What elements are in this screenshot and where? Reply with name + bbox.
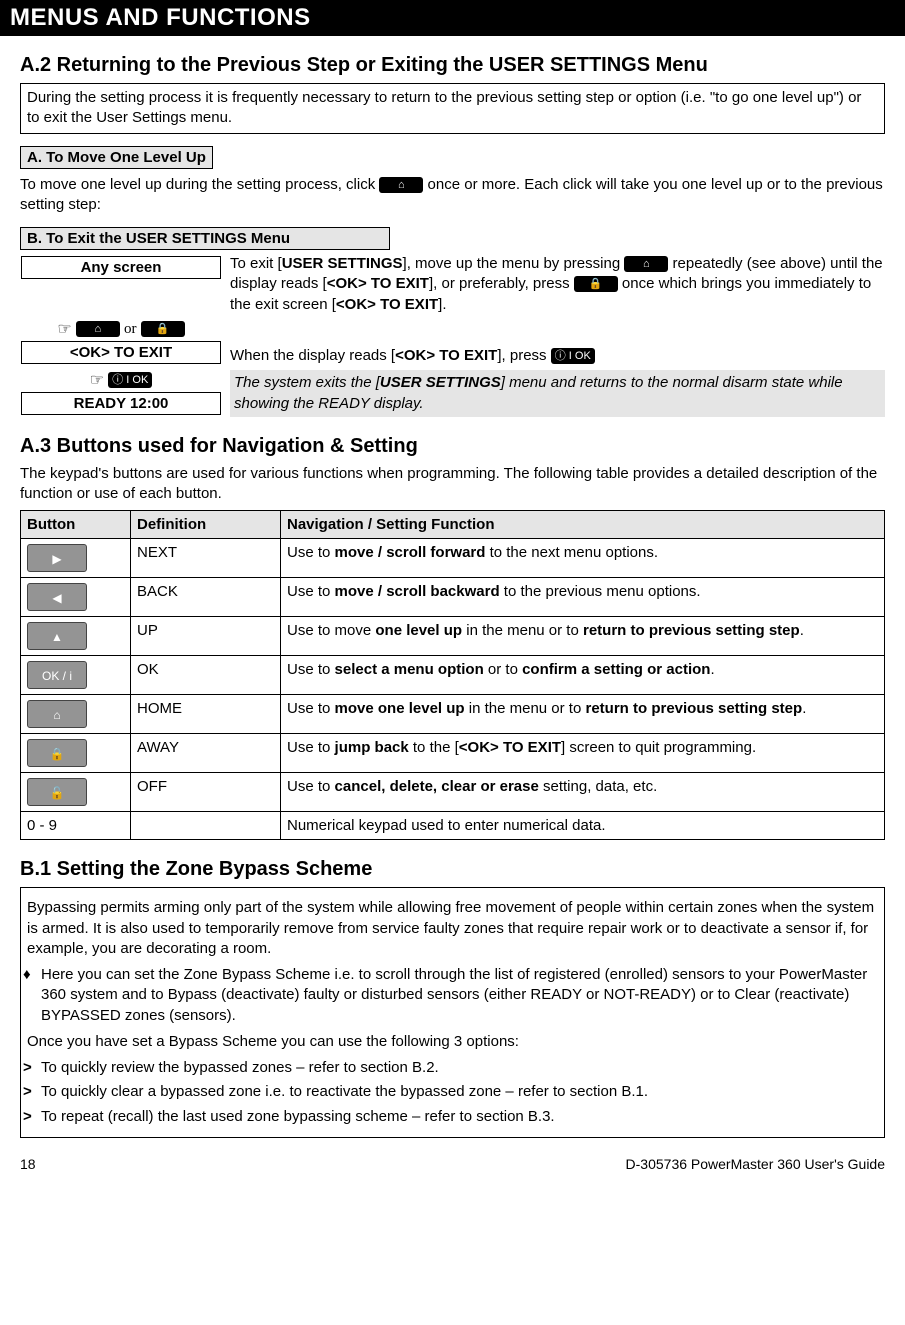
home-key-icon: ⌂ bbox=[624, 256, 668, 272]
t4: ], or preferably, press bbox=[429, 275, 574, 292]
or-text: or bbox=[124, 321, 137, 337]
definition-cell: OFF bbox=[131, 773, 281, 812]
a2-intro-box: During the setting process it is frequen… bbox=[20, 83, 885, 134]
table-row: 🔓 OFFUse to cancel, delete, clear or eras… bbox=[21, 773, 885, 812]
w2: ], press bbox=[497, 347, 550, 364]
table-row: ▲ UPUse to move one level up in the menu … bbox=[21, 617, 885, 656]
t: To exit [ bbox=[230, 255, 282, 272]
doc-id: D-305736 PowerMaster 360 User's Guide bbox=[626, 1156, 885, 1172]
button-cell: 🔓 bbox=[21, 773, 131, 812]
a2-sub-b: B. To Exit the USER SETTINGS Menu bbox=[20, 227, 390, 250]
b1-chevron-list: To quickly review the bypassed zones – r… bbox=[27, 1058, 878, 1127]
function-cell: Use to jump back to the [<OK> TO EXIT] s… bbox=[281, 734, 885, 773]
definition-cell: NEXT bbox=[131, 539, 281, 578]
definition-cell: OK bbox=[131, 656, 281, 695]
section-a3-heading: A.3 Buttons used for Navigation & Settin… bbox=[20, 435, 885, 458]
col-function: Navigation / Setting Function bbox=[281, 511, 885, 539]
table-row: ▶ NEXTUse to move / scroll forward to the… bbox=[21, 539, 885, 578]
screen-ok-exit: <OK> TO EXIT bbox=[21, 341, 221, 364]
function-cell: Use to move / scroll backward to the pre… bbox=[281, 578, 885, 617]
keypad-button-icon: OK / i bbox=[27, 661, 87, 689]
r-b: USER SETTINGS bbox=[380, 374, 501, 391]
ok-key-icon: ⓘ I OK bbox=[551, 348, 595, 364]
keypad-button-icon: ⌂ bbox=[27, 700, 87, 728]
b1-box: Bypassing permits arming only part of th… bbox=[20, 887, 885, 1138]
button-cell: ▲ bbox=[21, 617, 131, 656]
keypad-button-icon: 🔒 bbox=[27, 739, 87, 767]
away-key-icon: 🔒 bbox=[141, 321, 185, 337]
page-header-title: MENUS AND FUNCTIONS bbox=[10, 4, 311, 31]
button-cell: ⌂ bbox=[21, 695, 131, 734]
section-b1-heading: B.1 Setting the Zone Bypass Scheme bbox=[20, 858, 885, 881]
a2-flow-row3: ☞ ⓘ I OK READY 12:00 The system exits th… bbox=[20, 370, 885, 417]
w1: When the display reads [ bbox=[230, 347, 395, 364]
keypad-button-icon: ◀ bbox=[27, 583, 87, 611]
function-cell: Use to move / scroll forward to the next… bbox=[281, 539, 885, 578]
t2: ], move up the menu by pressing bbox=[403, 255, 625, 272]
buttons-table: Button Definition Navigation / Setting F… bbox=[20, 510, 885, 840]
keypad-button-icon: ▲ bbox=[27, 622, 87, 650]
screen-any: Any screen bbox=[21, 256, 221, 279]
button-cell: 🔒 bbox=[21, 734, 131, 773]
section-a2-heading: A.2 Returning to the Previous Step or Ex… bbox=[20, 54, 885, 77]
table-row: ◀ BACKUse to move / scroll backward to th… bbox=[21, 578, 885, 617]
definition-cell bbox=[131, 812, 281, 840]
function-cell: Use to move one level up in the menu or … bbox=[281, 617, 885, 656]
b1-diamond-list: Here you can set the Zone Bypass Scheme … bbox=[27, 965, 878, 1026]
col-definition: Definition bbox=[131, 511, 281, 539]
page-number: 18 bbox=[20, 1156, 36, 1172]
b1-p1: Bypassing permits arming only part of th… bbox=[27, 898, 878, 959]
keypad-button-icon: ▶ bbox=[27, 544, 87, 572]
definition-cell: AWAY bbox=[131, 734, 281, 773]
b1-p2: Once you have set a Bypass Scheme you ca… bbox=[27, 1032, 878, 1052]
hand-icon: ☞ bbox=[57, 321, 71, 338]
b1-c2: To quickly clear a bypassed zone i.e. to… bbox=[41, 1082, 878, 1102]
keypad-button-icon: 🔓 bbox=[27, 778, 87, 806]
a3-intro: The keypad's buttons are used for variou… bbox=[20, 464, 885, 505]
ok-key-icon: ⓘ I OK bbox=[108, 372, 152, 388]
definition-cell: BACK bbox=[131, 578, 281, 617]
button-cell: ▶ bbox=[21, 539, 131, 578]
screen-ready: READY 12:00 bbox=[21, 392, 221, 415]
page-header-bar: MENUS AND FUNCTIONS bbox=[0, 0, 905, 36]
a2-result-text: The system exits the [USER SETTINGS] men… bbox=[230, 370, 885, 417]
function-cell: Use to select a menu option or to confir… bbox=[281, 656, 885, 695]
button-cell: 0 - 9 bbox=[21, 812, 131, 840]
button-cell: OK / i bbox=[21, 656, 131, 695]
page-footer: 18 D-305736 PowerMaster 360 User's Guide bbox=[20, 1156, 885, 1172]
t-b2: <OK> TO EXIT bbox=[327, 275, 429, 292]
function-cell: Use to move one level up in the menu or … bbox=[281, 695, 885, 734]
definition-cell: HOME bbox=[131, 695, 281, 734]
button-cell: ◀ bbox=[21, 578, 131, 617]
table-row: 0 - 9 Numerical keypad used to enter nume… bbox=[21, 812, 885, 840]
definition-cell: UP bbox=[131, 617, 281, 656]
away-key-icon: 🔒 bbox=[574, 276, 618, 292]
home-key-icon: ⌂ bbox=[379, 177, 423, 193]
table-row: 🔒 AWAYUse to jump back to the [<OK> TO EX… bbox=[21, 734, 885, 773]
r1: The system exits the [ bbox=[234, 374, 380, 391]
col-button: Button bbox=[21, 511, 131, 539]
table-row: OK / i OKUse to select a menu option or t… bbox=[21, 656, 885, 695]
a2-moveup-para: To move one level up during the setting … bbox=[20, 175, 885, 216]
a2-exit-text: To exit [USER SETTINGS], move up the men… bbox=[230, 254, 885, 315]
a2-flow-row2: ☞ ⌂ or 🔒 <OK> TO EXIT When the display r… bbox=[20, 319, 885, 366]
b1-c1: To quickly review the bypassed zones – r… bbox=[41, 1058, 878, 1078]
t-b: USER SETTINGS bbox=[282, 255, 403, 272]
a2-when-text: When the display reads [<OK> TO EXIT], p… bbox=[230, 319, 885, 366]
t-b3: <OK> TO EXIT bbox=[336, 296, 438, 313]
home-key-icon: ⌂ bbox=[76, 321, 120, 337]
t6: ]. bbox=[438, 296, 446, 313]
b1-d1: Here you can set the Zone Bypass Scheme … bbox=[41, 965, 878, 1026]
a2-sub-a: A. To Move One Level Up bbox=[20, 146, 213, 169]
function-cell: Use to cancel, delete, clear or erase se… bbox=[281, 773, 885, 812]
table-row: ⌂ HOMEUse to move one level up in the men… bbox=[21, 695, 885, 734]
function-cell: Numerical keypad used to enter numerical… bbox=[281, 812, 885, 840]
a2-intro-text: During the setting process it is frequen… bbox=[27, 89, 861, 126]
a2-moveup-pre: To move one level up during the setting … bbox=[20, 176, 379, 193]
b1-c3: To repeat (recall) the last used zone by… bbox=[41, 1107, 878, 1127]
a2-flow-row1: Any screen To exit [USER SETTINGS], move… bbox=[20, 254, 885, 315]
w-b: <OK> TO EXIT bbox=[395, 347, 497, 364]
hand-icon: ☞ bbox=[90, 372, 104, 389]
